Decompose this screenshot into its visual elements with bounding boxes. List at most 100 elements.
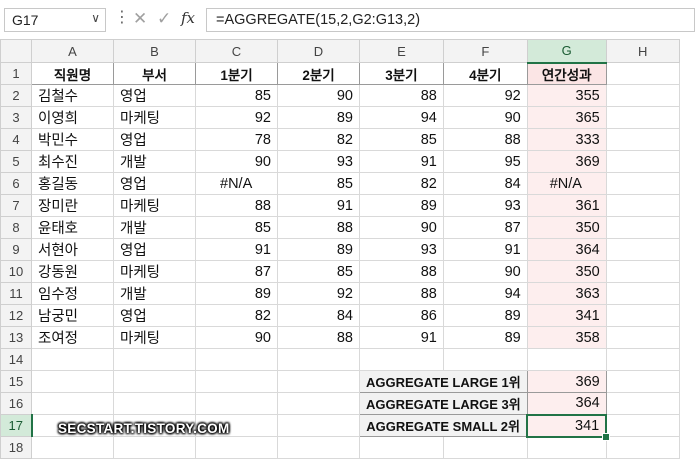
cell-b2[interactable]: 영업 [113,84,196,107]
cell-f13[interactable]: 89 [442,326,528,349]
cell-g6[interactable]: #N/A [526,172,607,195]
row-header-11[interactable]: 11 [0,282,32,305]
cell-b4[interactable]: 영업 [113,128,196,151]
cell-h3[interactable] [605,106,680,129]
cell-f10[interactable]: 90 [442,260,528,283]
cell-b5[interactable]: 개발 [113,150,196,173]
cell-a18[interactable] [31,436,114,459]
cell-c1[interactable]: 1분기 [195,62,278,85]
cell-c12[interactable]: 82 [195,304,278,327]
cell-h11[interactable] [605,282,680,305]
row-header-16[interactable]: 16 [0,392,32,415]
cell-h6[interactable] [605,172,680,195]
cell-f4[interactable]: 88 [442,128,528,151]
cell-d11[interactable]: 92 [277,282,360,305]
cell-g13[interactable]: 358 [526,326,607,349]
cell-e14[interactable] [359,348,444,371]
fill-handle[interactable] [602,432,611,441]
cell-a5[interactable]: 최수진 [31,150,114,173]
select-all-corner[interactable] [0,39,32,63]
cell-d12[interactable]: 84 [277,304,360,327]
cell-d6[interactable]: 85 [277,172,360,195]
cell-h16[interactable] [605,392,680,415]
cell-g7[interactable]: 361 [526,194,607,217]
cell-g5[interactable]: 369 [526,150,607,173]
cell-c5[interactable]: 90 [195,150,278,173]
cell-e2[interactable]: 88 [359,84,444,107]
cell-h13[interactable] [605,326,680,349]
cell-e8[interactable]: 90 [359,216,444,239]
cell-b9[interactable]: 영업 [113,238,196,261]
active-cell-g17[interactable]: 341 [526,413,608,438]
cell-f18[interactable] [442,436,528,459]
cell-h15[interactable] [605,370,680,393]
row-header-2[interactable]: 2 [0,84,32,107]
cell-g15[interactable]: 369 [526,370,607,393]
cell-f6[interactable]: 84 [442,172,528,195]
cell-c13[interactable]: 90 [195,326,278,349]
cell-a7[interactable]: 장미란 [31,194,114,217]
cell-e3[interactable]: 94 [359,106,444,129]
cell-h12[interactable] [605,304,680,327]
row-header-7[interactable]: 7 [0,194,32,217]
chevron-down-icon[interactable]: ∨ [91,11,100,25]
cell-b6[interactable]: 영업 [113,172,196,195]
row-header-18[interactable]: 18 [0,436,32,459]
cell-h2[interactable] [605,84,680,107]
cell-a9[interactable]: 서현아 [31,238,114,261]
cell-a1[interactable]: 직원명 [31,62,114,85]
cell-d7[interactable]: 91 [277,194,360,217]
cell-g10[interactable]: 350 [526,260,607,283]
cell-d18[interactable] [277,436,360,459]
cell-b11[interactable]: 개발 [113,282,196,305]
cell-c6[interactable]: #N/A [195,172,278,195]
cell-d16[interactable] [277,392,360,415]
row-header-13[interactable]: 13 [0,326,32,349]
column-header-b[interactable]: B [113,39,196,63]
cell-a16[interactable] [31,392,114,415]
cell-d13[interactable]: 88 [277,326,360,349]
cell-b13[interactable]: 마케팅 [113,326,196,349]
cell-g16[interactable]: 364 [526,392,607,415]
cancel-icon[interactable]: ✕ [133,9,147,29]
cell-c16[interactable] [195,392,278,415]
row-header-12[interactable]: 12 [0,304,32,327]
cell-f3[interactable]: 90 [442,106,528,129]
cell-d15[interactable] [277,370,360,393]
cell-g2[interactable]: 355 [526,84,607,107]
cell-a3[interactable]: 이영희 [31,106,114,129]
cell-d4[interactable]: 82 [277,128,360,151]
cell-e13[interactable]: 91 [359,326,444,349]
row-header-14[interactable]: 14 [0,348,32,371]
row-header-15[interactable]: 15 [0,370,32,393]
cell-a13[interactable]: 조여정 [31,326,114,349]
cell-d8[interactable]: 88 [277,216,360,239]
column-header-e[interactable]: E [359,39,444,63]
cell-b18[interactable] [113,436,196,459]
insert-function-icon[interactable]: fx [181,9,195,27]
cell-e11[interactable]: 88 [359,282,444,305]
cell-e4[interactable]: 85 [359,128,444,151]
cell-h8[interactable] [605,216,680,239]
formula-input[interactable]: =AGGREGATE(15,2,G2:G13,2) [206,8,695,32]
cell-h14[interactable] [605,348,680,371]
cell-a12[interactable]: 남궁민 [31,304,114,327]
cell-g9[interactable]: 364 [526,238,607,261]
cell-e6[interactable]: 82 [359,172,444,195]
cell-b15[interactable] [113,370,196,393]
cell-e9[interactable]: 93 [359,238,444,261]
cell-c4[interactable]: 78 [195,128,278,151]
cell-h5[interactable] [605,150,680,173]
cell-g3[interactable]: 365 [526,106,607,129]
cell-e7[interactable]: 89 [359,194,444,217]
cell-b7[interactable]: 마케팅 [113,194,196,217]
row-header-1[interactable]: 1 [0,62,32,85]
row-header-17[interactable]: 17 [0,414,33,437]
row-header-4[interactable]: 4 [0,128,32,151]
row-header-6[interactable]: 6 [0,172,32,195]
cell-f5[interactable]: 95 [442,150,528,173]
cell-c10[interactable]: 87 [195,260,278,283]
cell-d9[interactable]: 89 [277,238,360,261]
cell-g11[interactable]: 363 [526,282,607,305]
cell-h4[interactable] [605,128,680,151]
